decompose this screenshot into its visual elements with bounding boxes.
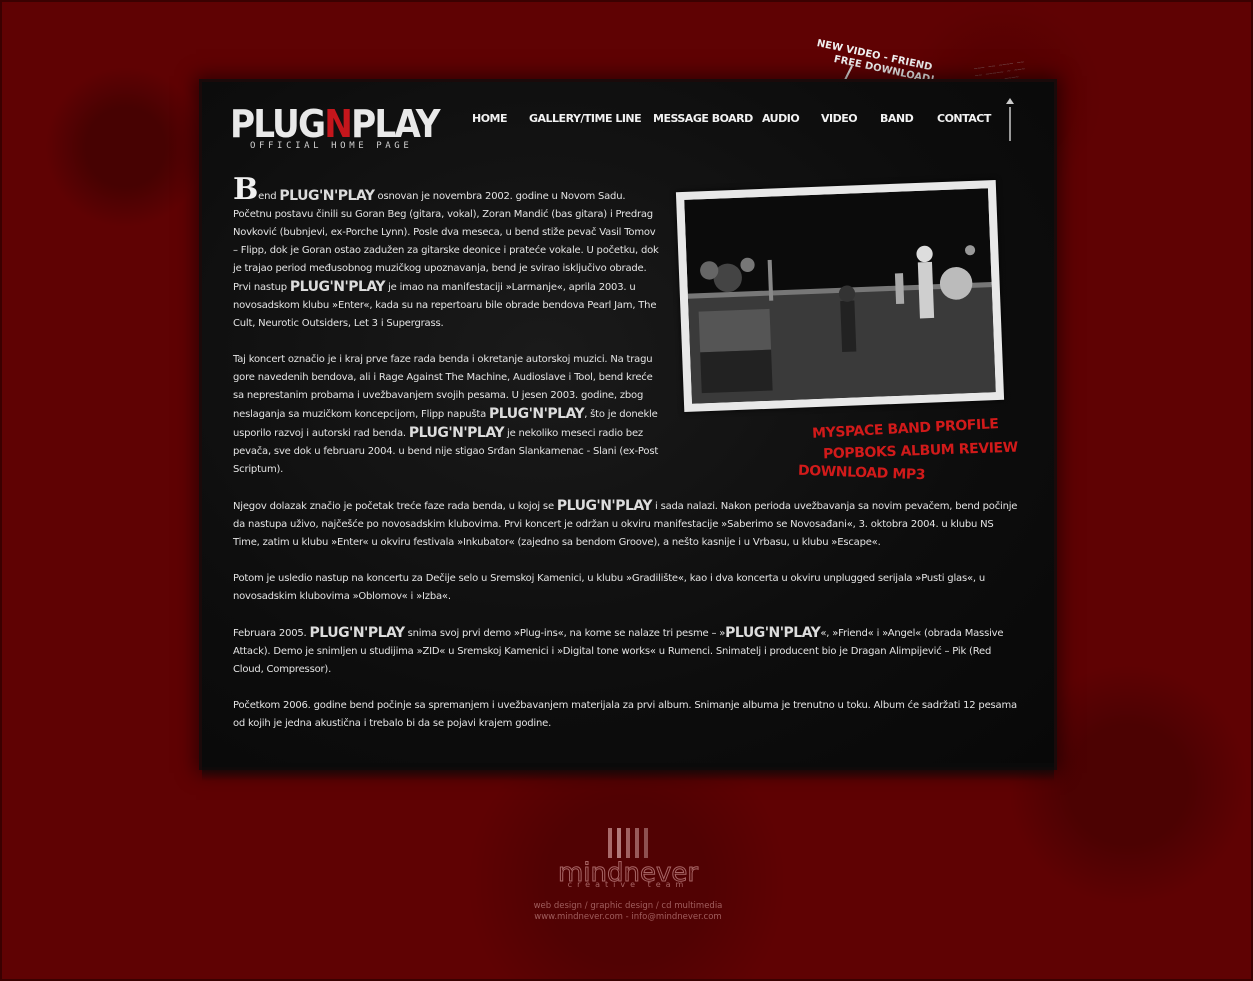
footer-contact[interactable]: www.mindnever.com - info@mindnever.com <box>500 912 756 923</box>
nav-audio[interactable]: AUDIO <box>762 112 800 125</box>
nav-message-board[interactable]: MESSAGE BOARD <box>653 112 753 125</box>
arrow-up-icon <box>1006 98 1014 104</box>
nav-home[interactable]: HOME <box>472 112 508 125</box>
drop-cap: B <box>233 172 259 207</box>
scroll-line <box>1009 107 1011 141</box>
article-paragraph-6: Početkom 2006. godine bend počinje sa sp… <box>233 700 1017 729</box>
nav-scroll-handle[interactable] <box>1006 98 1014 144</box>
logo-text-accent: N <box>324 102 353 146</box>
p3-text-a: Njegov dolazak značio je početak treće f… <box>233 501 554 512</box>
p5-text-b: snima svoj prvi demo »Plug-ins«, na kome… <box>407 628 726 639</box>
article-paragraph-2: Taj koncert označio je i kraj prve faze … <box>233 351 661 479</box>
footer-services: web design / graphic design / cd multime… <box>533 901 723 911</box>
site-logo[interactable]: PLUGNPLAY OFFICIAL HOME PAGE <box>230 102 441 155</box>
article-paragraph-4: Potom je usledio nastup na koncertu za D… <box>233 573 985 602</box>
nav-contact[interactable]: CONTACT <box>937 112 991 125</box>
nav-band[interactable]: BAND <box>880 112 914 125</box>
band-name-inline: PLUG'N'PLAY <box>408 425 505 441</box>
footer: mindnever creative team web design / gra… <box>500 828 756 923</box>
band-name-inline: PLUG'N'PLAY <box>489 406 585 422</box>
footer-tagline: creative team <box>567 880 689 889</box>
logo-wordmark: PLUGNPLAY <box>230 102 441 146</box>
article-paragraph-5: Februara 2005. PLUG'N'PLAY snima svoj pr… <box>233 624 1023 679</box>
band-name-inline: PLUG'N'PLAY <box>725 625 821 641</box>
article-paragraph-3: Njegov dolazak značio je početak treće f… <box>233 497 1023 552</box>
nav-gallery[interactable]: GALLERY/TIME LINE <box>529 112 642 125</box>
p1-text-a: end <box>258 191 277 202</box>
logo-text-1: PLUG <box>230 102 326 146</box>
p1-text-b: osnovan je novembra 2002. godine u Novom… <box>233 191 659 293</box>
p5-text-a: Februara 2005. <box>233 628 307 639</box>
band-name-inline: PLUG'N'PLAY <box>309 625 406 641</box>
band-name-inline: PLUG'N'PLAY <box>556 498 653 514</box>
article-paragraph-1: Bend PLUG'N'PLAY osnovan je novembra 200… <box>233 175 661 333</box>
band-name-inline: PLUG'N'PLAY <box>289 279 386 295</box>
logo-text-2: PLAY <box>351 102 440 146</box>
nav-video[interactable]: VIDEO <box>821 112 858 125</box>
article-body: Bend PLUG'N'PLAY osnovan je novembra 200… <box>233 175 1023 751</box>
band-name-inline: PLUG'N'PLAY <box>279 188 375 204</box>
footer-logo-bars <box>500 828 756 858</box>
